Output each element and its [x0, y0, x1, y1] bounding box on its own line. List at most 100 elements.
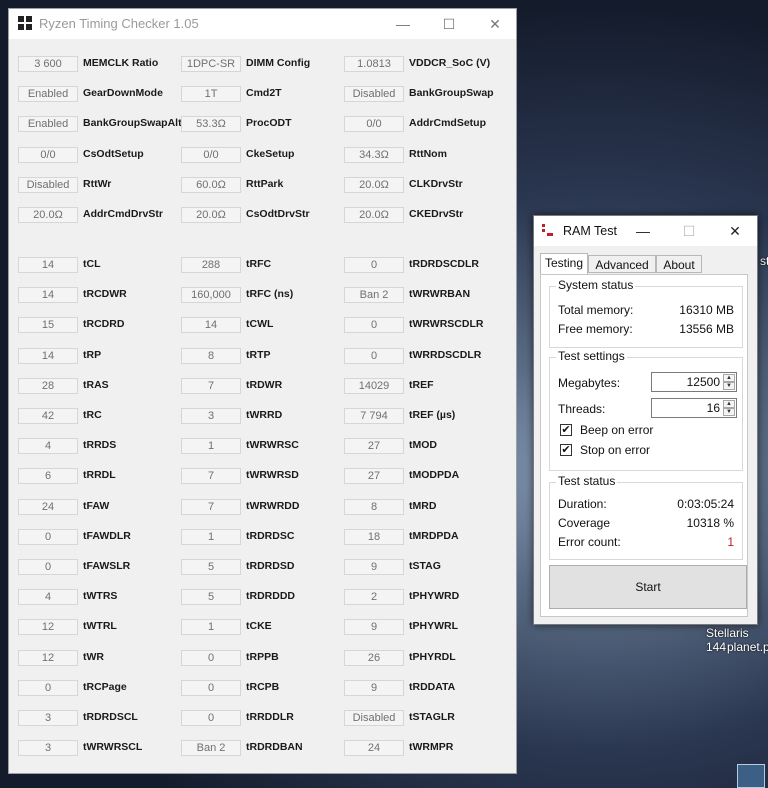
ram-close-button[interactable]: ✕: [712, 216, 758, 246]
timing-label: tWRMPR: [409, 741, 454, 754]
test-settings-title: Test settings: [556, 349, 627, 363]
timing-value: 4: [18, 438, 78, 455]
timing-label: tWTRL: [83, 620, 117, 633]
timing-value: 27: [344, 468, 404, 485]
timing-label: tWRRD: [246, 409, 283, 421]
megabytes-down-arrow-icon[interactable]: ▼: [723, 382, 735, 390]
timing-value: 4: [18, 589, 78, 606]
timing-value: 0: [18, 679, 78, 696]
ram-maximize-button[interactable]: ☐: [666, 216, 712, 246]
timing-value: 42: [18, 408, 78, 424]
megabytes-up-arrow-icon[interactable]: ▲: [723, 374, 735, 382]
tab-testing[interactable]: Testing: [540, 253, 588, 275]
close-button[interactable]: ✕: [472, 9, 518, 39]
timing-value: 14: [181, 317, 241, 334]
timing-label: CKEDrvStr: [409, 208, 464, 220]
timing-value: 27: [344, 438, 404, 455]
timing-label: tPHYWRD: [409, 590, 460, 603]
threads-value[interactable]: 16: [707, 401, 720, 415]
duration-value: 0:03:05:24: [677, 497, 734, 511]
timing-value: 24: [18, 498, 78, 515]
timing-value: 28: [18, 377, 78, 394]
timing-label: tRDDATA: [409, 680, 456, 693]
threads-up-arrow-icon[interactable]: ▲: [723, 400, 735, 408]
tab-advanced[interactable]: Advanced: [588, 255, 656, 273]
timing-label: tRFC: [246, 258, 272, 270]
timing-label: tWRWRSCL: [83, 741, 143, 754]
timing-label: RttWr: [83, 177, 112, 190]
timing-value: Disabled: [344, 86, 404, 103]
threads-label: Threads:: [558, 402, 606, 416]
timing-label: tRRDL: [83, 469, 116, 482]
testing-panel: System status Total memory: 16310 MB Fre…: [540, 274, 748, 617]
timing-label: tWR: [83, 650, 104, 663]
timing-label: BankGroupSwap: [409, 87, 494, 100]
timing-value: 18: [344, 528, 404, 545]
timing-label: BankGroupSwapAlt: [83, 117, 182, 130]
timing-value: 53.3Ω: [181, 116, 241, 133]
timing-value: 1DPC-SR: [181, 56, 241, 72]
timing-value: 12: [18, 649, 78, 666]
desktop-app-icon[interactable]: [737, 764, 765, 788]
timing-label: tRFC (ns): [246, 288, 294, 301]
timing-value: 9: [344, 559, 404, 575]
check-icon[interactable]: ✔: [560, 424, 572, 436]
timing-value: 1: [181, 528, 241, 545]
timing-value: 12: [18, 619, 78, 636]
desktop-text: sti: [760, 254, 768, 268]
ram-minimize-button[interactable]: —: [620, 216, 666, 246]
ram-test-window: RAM Test — ☐ ✕ Testing Advanced About Sy…: [533, 215, 758, 625]
timing-label: tRAS: [83, 378, 109, 391]
timing-label: tRDWR: [246, 378, 283, 391]
timing-label: tWRWRSC: [246, 439, 299, 452]
start-button[interactable]: Start: [549, 565, 747, 609]
timing-label: tRDRDBAN: [246, 741, 303, 754]
timing-value: 160,000: [181, 287, 241, 304]
ram-title-bar[interactable]: RAM Test — ☐ ✕: [534, 216, 757, 246]
timing-value: 1: [181, 438, 241, 455]
timing-value: Disabled: [344, 710, 404, 726]
timing-label: tCKE: [246, 620, 272, 633]
title-bar[interactable]: Ryzen Timing Checker 1.05 — ☐ ✕: [9, 9, 516, 39]
timing-value: 0: [18, 559, 78, 575]
timing-label: tWRWRDD: [246, 499, 300, 512]
megabytes-spinbox[interactable]: 12500 ▲ ▼: [651, 372, 737, 392]
megabytes-value[interactable]: 12500: [687, 375, 720, 389]
timing-label: tWRWRSCDLR: [409, 318, 484, 331]
timing-value: 3: [181, 408, 241, 424]
timing-value: 7: [181, 498, 241, 515]
timing-value: Ban 2: [181, 740, 241, 757]
threads-down-arrow-icon[interactable]: ▼: [723, 408, 735, 416]
timing-value: Ban 2: [344, 287, 404, 304]
check-icon[interactable]: ✔: [560, 444, 572, 456]
timing-value: Disabled: [18, 176, 78, 193]
timing-value: 34.3Ω: [344, 146, 404, 163]
timing-value: 1.0813: [344, 56, 404, 72]
timing-label: tREF (µs): [409, 409, 456, 421]
desktop-icon-label-2[interactable]: planet.p: [727, 640, 768, 654]
timing-value: 0: [181, 710, 241, 726]
timing-value: 9: [344, 679, 404, 696]
timing-value: 14: [18, 347, 78, 364]
timing-value: 0: [344, 317, 404, 334]
timing-label: CsOdtSetup: [83, 147, 144, 160]
timing-label: DIMM Config: [246, 57, 311, 69]
threads-spinbox[interactable]: 16 ▲ ▼: [651, 398, 737, 418]
coverage-label: Coverage: [558, 516, 611, 530]
app-icon: [18, 16, 32, 30]
window-title: Ryzen Timing Checker 1.05: [39, 16, 199, 31]
tab-about[interactable]: About: [656, 255, 702, 273]
timing-label: tRCPB: [246, 680, 280, 693]
minimize-button[interactable]: —: [380, 9, 426, 39]
timing-value: 3: [18, 710, 78, 726]
timing-label: tCL: [83, 258, 101, 270]
timing-label: tCWL: [246, 318, 274, 331]
timing-label: CkeSetup: [246, 147, 295, 160]
timing-label: tRRDDLR: [246, 711, 294, 723]
error-count-value: 1: [727, 535, 734, 549]
timing-value: 0: [344, 257, 404, 273]
ram-window-title: RAM Test: [563, 224, 617, 238]
total-memory-label: Total memory:: [558, 303, 634, 317]
maximize-button[interactable]: ☐: [426, 9, 472, 39]
timing-value: 0/0: [181, 146, 241, 163]
